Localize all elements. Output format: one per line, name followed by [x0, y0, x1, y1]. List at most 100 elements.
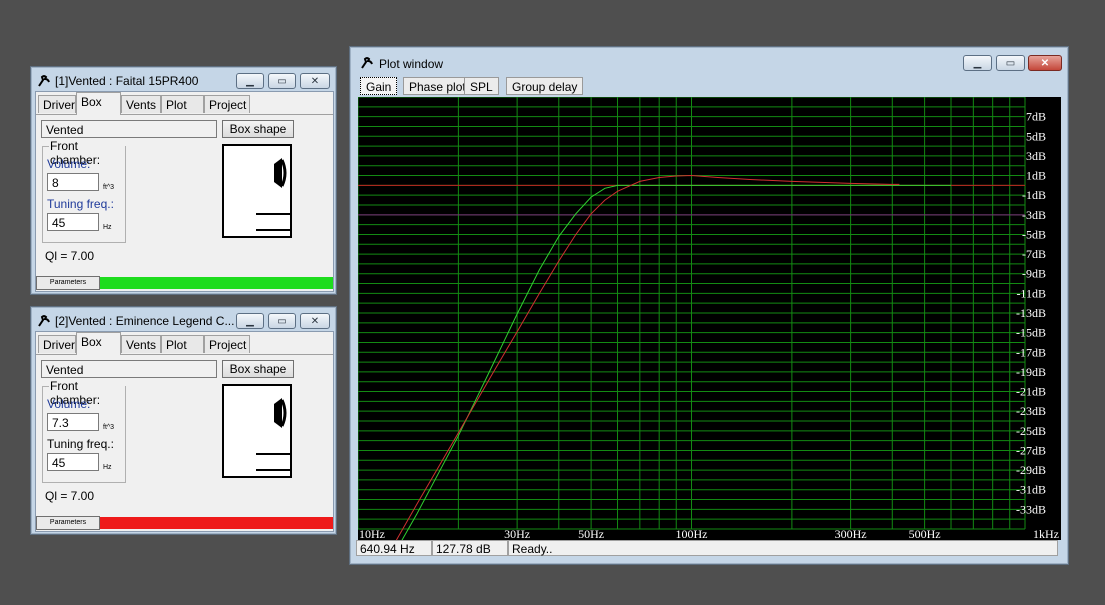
status-frequency: 640.94 Hz	[356, 540, 432, 556]
y-tick-label: 7dB	[1026, 110, 1046, 124]
box-shape-button[interactable]: Box shape	[222, 360, 294, 378]
minimize-icon[interactable]: ▁	[236, 313, 264, 329]
tab-project[interactable]: Project	[204, 335, 250, 353]
ql-text: Ql = 7.00	[45, 249, 95, 263]
tuning-unit: Hz	[103, 224, 112, 231]
close-icon[interactable]: ✕	[300, 313, 330, 329]
y-tick-label: -19dB	[1016, 365, 1046, 379]
speaker-app-icon	[38, 315, 50, 327]
tab-plot[interactable]: Plot	[161, 335, 204, 353]
maximize-icon[interactable]: ▭	[268, 73, 296, 89]
y-tick-label: -7dB	[1022, 247, 1046, 261]
volume-unit: ft^3	[103, 184, 115, 191]
driver-window-1: [1]Vented : Faital 15PR400 ▁ ▭ ✕ Driver …	[30, 66, 337, 295]
box-shape-diagram	[222, 144, 292, 238]
box-shape-diagram	[222, 384, 292, 478]
close-icon[interactable]: ✕	[300, 73, 330, 89]
speaker-driver-icon	[256, 158, 290, 231]
x-tick-label: 30Hz	[504, 527, 530, 540]
tab-spl[interactable]: SPL	[464, 77, 499, 95]
ql-text: Ql = 7.00	[45, 489, 95, 503]
plot-window-titlebar[interactable]: Plot window ▁ ▭ ✕	[350, 47, 1068, 75]
y-tick-label: 5dB	[1026, 129, 1046, 143]
window-2-tabs: Driver Box Vents Plot Project	[36, 332, 333, 355]
close-icon[interactable]: ✕	[1028, 55, 1062, 71]
y-tick-label: 3dB	[1026, 149, 1046, 163]
tab-group-delay[interactable]: Group delay	[506, 77, 584, 95]
x-tick-label: 100Hz	[676, 527, 708, 540]
status-color-bar	[100, 277, 333, 289]
maximize-icon[interactable]: ▭	[996, 55, 1025, 71]
series-line-2	[395, 174, 900, 540]
tab-box[interactable]: Box	[76, 92, 121, 115]
window-2-client: Driver Box Vents Plot Project Vented Box…	[35, 331, 334, 532]
y-tick-label: -11dB	[1016, 286, 1046, 300]
minimize-icon[interactable]: ▁	[236, 73, 264, 89]
parameters-button[interactable]: Parameters	[36, 516, 100, 530]
y-tick-label: -15dB	[1016, 326, 1046, 340]
box-type-field[interactable]: Vented	[41, 120, 217, 138]
driver-window-2: [2]Vented : Eminence Legend C... ▁ ▭ ✕ D…	[30, 306, 337, 535]
tab-project[interactable]: Project	[204, 95, 250, 113]
plot-window: Plot window ▁ ▭ ✕ Gain Phase plot SPL Gr…	[349, 46, 1069, 565]
speaker-app-icon	[361, 57, 373, 69]
y-tick-label: -1dB	[1022, 188, 1046, 202]
volume-input[interactable]: 7.3	[47, 413, 99, 431]
x-tick-label: 50Hz	[578, 527, 604, 540]
y-tick-label: -25dB	[1016, 424, 1046, 438]
parameters-button[interactable]: Parameters	[36, 276, 100, 290]
y-tick-label: -21dB	[1016, 385, 1046, 399]
y-tick-label: -9dB	[1022, 267, 1046, 281]
tuning-input[interactable]: 45	[47, 453, 99, 471]
maximize-icon[interactable]: ▭	[268, 313, 296, 329]
x-tick-label: 500Hz	[909, 527, 941, 540]
tab-phase-plot[interactable]: Phase plot	[403, 77, 472, 95]
y-tick-label: -13dB	[1016, 306, 1046, 320]
y-tick-label: -23dB	[1016, 404, 1046, 418]
gain-chart: 7dB 5dB 3dB 1dB -1dB -3dB -5dB -7dB -9dB -11dB -13…	[358, 97, 1059, 540]
window-1-client: Driver Box Vents Plot Project Vented Box…	[35, 91, 334, 292]
y-tick-label: -27dB	[1016, 443, 1046, 457]
tab-driver[interactable]: Driver	[38, 95, 76, 113]
y-tick-label: -3dB	[1022, 208, 1046, 222]
tab-box[interactable]: Box	[76, 332, 121, 355]
tuning-label: Tuning freq.:	[47, 197, 114, 211]
status-message: Ready..	[508, 540, 1058, 556]
front-chamber-group: Front chamber: Volume: 7.3 ft^3 Tuning f…	[42, 379, 126, 483]
speaker-driver-icon	[256, 398, 290, 471]
y-tick-label: -5dB	[1022, 227, 1046, 241]
box-type-field[interactable]: Vented	[41, 360, 217, 378]
x-tick-label: 10Hz	[359, 527, 385, 540]
tuning-input[interactable]: 45	[47, 213, 99, 231]
window-1-statusbar: Parameters	[36, 276, 333, 290]
status-color-bar	[100, 517, 333, 529]
tuning-unit: Hz	[103, 464, 112, 471]
tab-driver[interactable]: Driver	[38, 335, 76, 353]
box-shape-button[interactable]: Box shape	[222, 120, 294, 138]
volume-unit: ft^3	[103, 424, 115, 431]
tab-plot[interactable]: Plot	[161, 95, 204, 113]
speaker-app-icon	[38, 75, 50, 87]
volume-label: Volume:	[47, 157, 91, 171]
series-line-1	[401, 184, 951, 540]
gain-plot-area[interactable]: 7dB 5dB 3dB 1dB -1dB -3dB -5dB -7dB -9dB -11dB -13…	[358, 97, 1061, 540]
front-chamber-group: Front chamber: Volume: 8 ft^3 Tuning fre…	[42, 139, 126, 243]
tab-gain[interactable]: Gain	[360, 77, 398, 95]
x-tick-label: 1kHz	[1033, 527, 1059, 540]
window-2-title: [2]Vented : Eminence Legend C...	[55, 314, 235, 328]
plot-window-title: Plot window	[379, 57, 444, 71]
tab-vents[interactable]: Vents	[121, 335, 161, 353]
x-tick-label: 300Hz	[835, 527, 867, 540]
window-2-statusbar: Parameters	[36, 516, 333, 530]
y-tick-label: -33dB	[1016, 502, 1046, 516]
tab-vents[interactable]: Vents	[121, 95, 161, 113]
y-tick-label: -31dB	[1016, 483, 1046, 497]
y-tick-label: 1dB	[1026, 169, 1046, 183]
volume-label: Volume:	[47, 397, 91, 411]
minimize-icon[interactable]: ▁	[963, 55, 992, 71]
status-level: 127.78 dB	[432, 540, 508, 556]
y-tick-label: -29dB	[1016, 463, 1046, 477]
y-tick-label: -17dB	[1016, 345, 1046, 359]
window-1-title: [1]Vented : Faital 15PR400	[55, 74, 199, 88]
volume-input[interactable]: 8	[47, 173, 99, 191]
